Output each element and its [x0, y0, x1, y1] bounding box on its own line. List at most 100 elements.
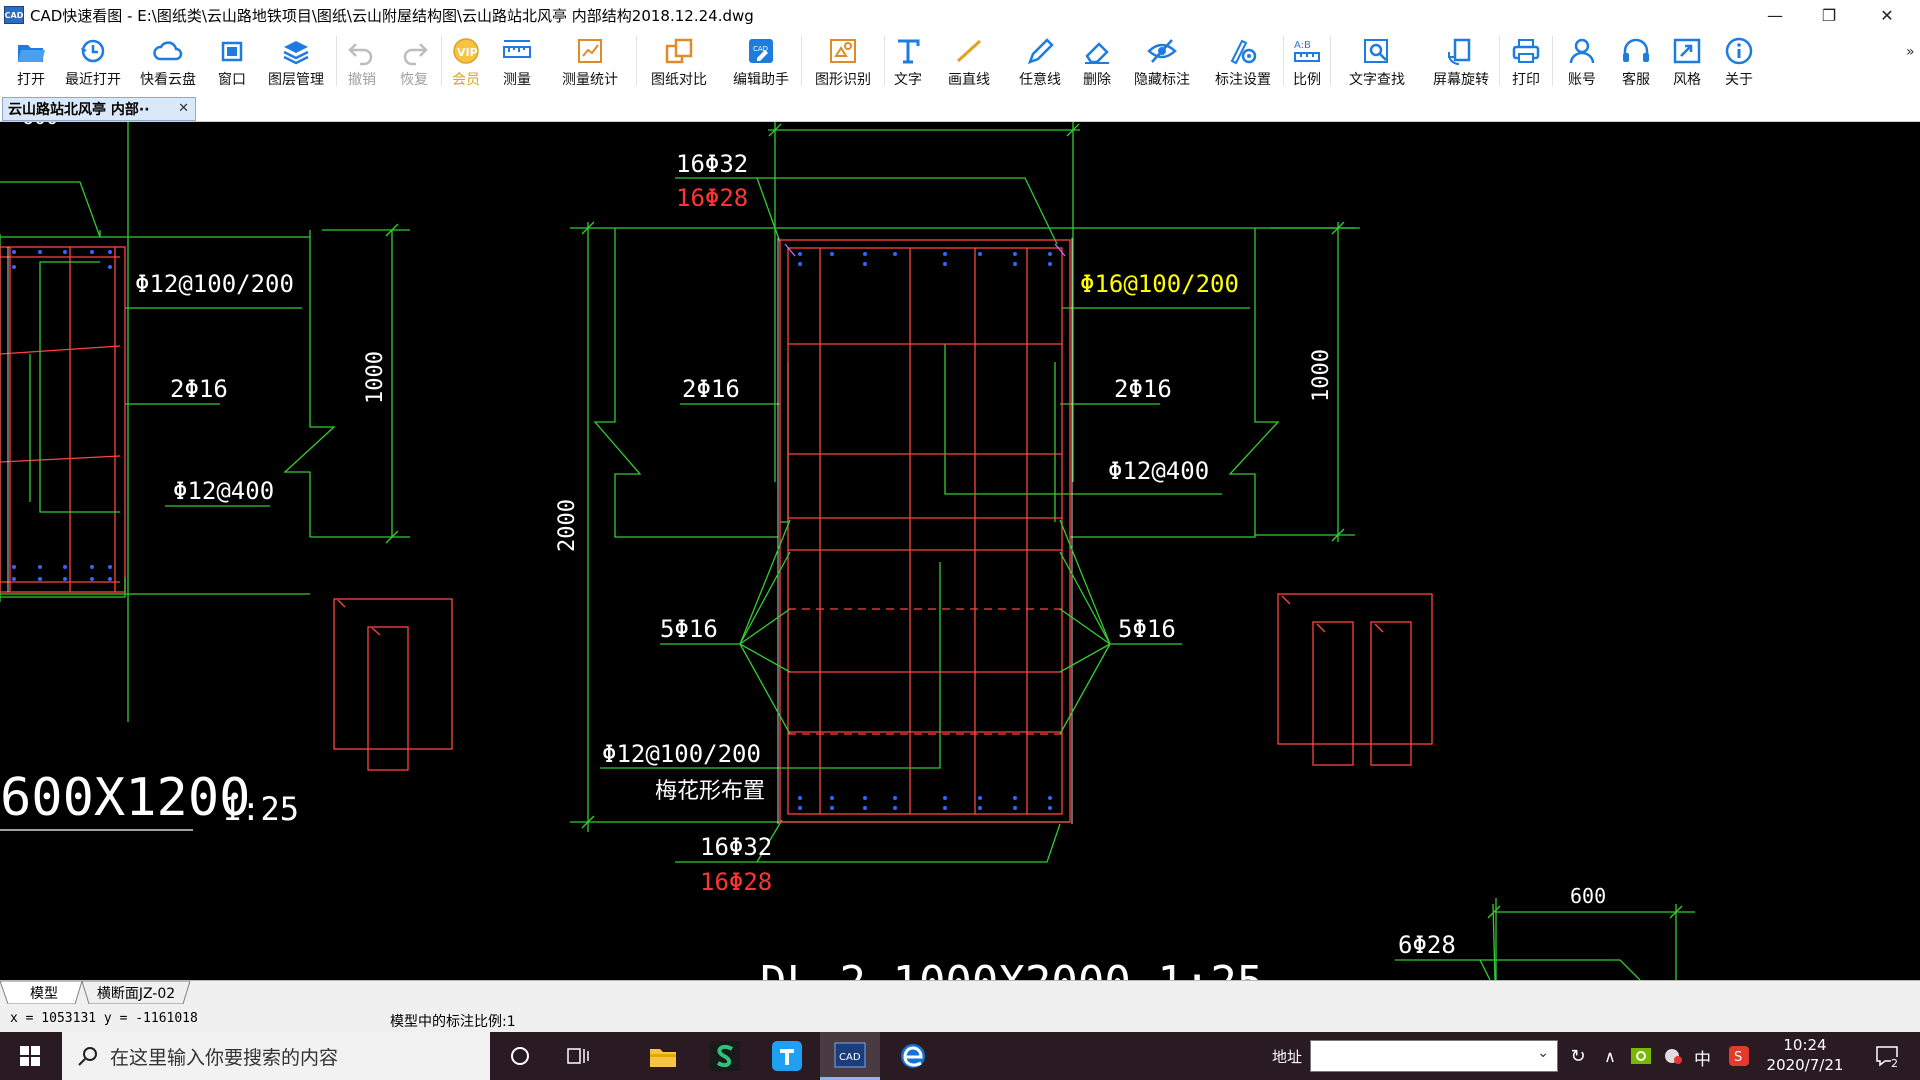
toolbar-button-window[interactable]: 窗口 [211, 30, 253, 92]
toolbar-button-rotate-screen[interactable]: 屏幕旋转 [1426, 30, 1496, 92]
windows-start-icon[interactable] [0, 1032, 60, 1080]
label-phi16-100-200: Φ16@100/200 [1080, 270, 1239, 298]
toolbar-label: 账号 [1568, 72, 1596, 88]
toolbar-button-annotation-settings[interactable]: 标注设置 [1206, 30, 1280, 92]
cad-drawing[interactable]: 600 Φ12@100/200 2Φ16 1000 Φ12@400 600X12… [0, 122, 1920, 980]
label-6phi28: 6Φ28 [1398, 931, 1456, 959]
toolbar-label: 图纸对比 [651, 72, 707, 88]
toolbar-button-printer[interactable]: 打印 [1503, 30, 1549, 92]
toolbar-label: 任意线 [1019, 72, 1061, 88]
toolbar-label: 文字查找 [1349, 72, 1405, 88]
toolbar-label: 标注设置 [1215, 72, 1271, 88]
app-t-icon[interactable] [762, 1032, 812, 1080]
layout-tab-model[interactable]: 模型 [12, 981, 76, 1004]
app-s-icon[interactable] [700, 1032, 750, 1080]
toolbar-button-headset[interactable]: 客服 [1614, 30, 1658, 92]
task-view-icon[interactable] [556, 1032, 600, 1080]
taskbar-search[interactable]: 在这里输入你要搜索的内容 [62, 1032, 490, 1080]
label-5phi16-left: 5Φ16 [660, 615, 718, 643]
toolbar-label: 文字 [894, 72, 922, 88]
input-method-indicator[interactable]: 中 [1694, 1045, 1711, 1070]
style-icon [1673, 38, 1701, 64]
toolbar-button-text-search[interactable]: 文字查找 [1334, 30, 1420, 92]
toolbar-label: 隐藏标注 [1134, 72, 1190, 88]
label-16phi28-bottom: 16Φ28 [700, 868, 772, 896]
rotate-screen-icon [1448, 38, 1471, 66]
document-tab[interactable]: 云山路站北风亭 内部·· ✕ [2, 97, 196, 121]
toolbar-button-shape-recognize[interactable]: 图形识别 [805, 30, 881, 92]
document-tab-label: 云山路站北风亭 内部·· [8, 102, 150, 118]
notification-center-icon[interactable]: 2 [1866, 1032, 1910, 1080]
tray-expand-icon[interactable]: ∧ [1598, 1032, 1622, 1080]
label-phi12-400-right: Φ12@400 [1108, 457, 1209, 485]
cad-viewer-taskbar-icon[interactable]: CAD [820, 1032, 880, 1080]
toolbar-button-edit-helper[interactable]: CAD 编辑助手 [724, 30, 798, 92]
clock-date[interactable]: 2020/7/21 [1762, 1056, 1848, 1074]
document-tab-close-icon[interactable]: ✕ [178, 101, 189, 116]
status-bar: x = 1053131 y = -1161018 模型中的标注比例:1 [0, 1004, 1920, 1032]
windows-taskbar: 在这里输入你要搜索的内容 CAD 地址 ⌄ ↻ ∧ 中 S 10:24 2020… [0, 1032, 1920, 1080]
toolbar-button-text[interactable]: 文字 [888, 30, 928, 92]
right-section [1277, 593, 1695, 980]
toolbar-overflow-icon[interactable]: » [1906, 44, 1915, 60]
toolbar-button-ruler[interactable]: 测量 [493, 30, 541, 92]
undo-icon [348, 43, 373, 66]
network-tray-icon[interactable] [1658, 1032, 1688, 1080]
cursor-coordinates: x = 1053131 y = -1161018 [10, 1011, 198, 1026]
toolbar-button-pen[interactable]: 任意线 [1010, 30, 1070, 92]
toolbar-button-compare[interactable]: 图纸对比 [640, 30, 718, 92]
toolbar-label: 恢复 [400, 72, 428, 88]
toolbar-button-undo[interactable]: 撤销 [340, 30, 384, 92]
toolbar-button-scale[interactable]: A:B 比例 [1287, 30, 1327, 92]
toolbar-label: 关于 [1725, 72, 1753, 88]
toolbar-label: 测量 [503, 72, 531, 88]
search-placeholder: 在这里输入你要搜索的内容 [110, 1046, 339, 1069]
toolbar-label: 打印 [1512, 72, 1540, 88]
left-section [0, 122, 453, 831]
nvidia-tray-icon[interactable] [1626, 1032, 1656, 1080]
shape-recognize-icon [830, 39, 856, 63]
toolbar-button-line[interactable]: 画直线 [934, 30, 1004, 92]
toolbar-button-vip[interactable]: VIP 会员 [445, 30, 487, 92]
toolbar-button-account[interactable]: 账号 [1556, 30, 1608, 92]
toolbar-button-folder-open[interactable]: 打开 [7, 30, 55, 92]
search-icon [78, 1047, 97, 1066]
main-toolbar: 打开 最近打开 快看云盘 窗口 图层管理 撤销 恢复 VIP 会员 测量 测量统计 图纸对比 CAD 编辑… [0, 30, 1920, 92]
layout-tab-section-jz02[interactable]: 横断面JZ-02 [88, 981, 184, 1004]
toolbar-button-cloud[interactable]: 快看云盘 [131, 30, 205, 92]
toolbar-button-eraser[interactable]: 删除 [1076, 30, 1118, 92]
measure-stats-icon [578, 39, 602, 63]
refresh-icon[interactable]: ↻ [1564, 1032, 1592, 1080]
clock-time[interactable]: 10:24 [1770, 1036, 1840, 1054]
toolbar-button-measure-stats[interactable]: 测量统计 [547, 30, 633, 92]
chevron-down-icon[interactable]: ⌄ [1537, 1045, 1549, 1061]
drawing-canvas[interactable]: 600 Φ12@100/200 2Φ16 1000 Φ12@400 600X12… [0, 122, 1920, 980]
toolbar-label: 图形识别 [815, 72, 871, 88]
toolbar-label: 屏幕旋转 [1433, 72, 1489, 88]
sogou-ime-icon[interactable]: S [1724, 1032, 1754, 1080]
toolbar-label: 编辑助手 [733, 72, 789, 88]
layout-tab-shapes [0, 981, 191, 1005]
cortana-icon[interactable] [498, 1032, 542, 1080]
address-bar-label: 地址 [1272, 1048, 1303, 1066]
toolbar-button-hide-annotation[interactable]: 隐藏标注 [1124, 30, 1200, 92]
file-explorer-icon[interactable] [638, 1032, 688, 1080]
toolbar-separator [801, 36, 802, 86]
toolbar-button-layers[interactable]: 图层管理 [259, 30, 333, 92]
toolbar-label: 比例 [1293, 72, 1321, 88]
toolbar-button-info[interactable]: 关于 [1716, 30, 1762, 92]
toolbar-label: 快看云盘 [140, 72, 196, 88]
label-2phi16-left: 2Φ16 [170, 375, 228, 403]
toolbar-button-style[interactable]: 风格 [1664, 30, 1710, 92]
label-16phi32-top: 16Φ32 [676, 150, 748, 178]
restore-button[interactable]: ❐ [1806, 0, 1852, 30]
toolbar-button-redo[interactable]: 恢复 [390, 30, 438, 92]
toolbar-button-recent[interactable]: 最近打开 [61, 30, 125, 92]
address-bar-input[interactable]: ⌄ [1310, 1040, 1558, 1072]
edge-browser-icon[interactable] [888, 1032, 938, 1080]
close-button[interactable]: ✕ [1864, 0, 1910, 30]
minimize-button[interactable]: — [1752, 0, 1798, 30]
vip-icon: VIP [453, 38, 479, 64]
svg-text:VIP: VIP [457, 46, 478, 59]
label-16phi28-top: 16Φ28 [676, 184, 748, 212]
